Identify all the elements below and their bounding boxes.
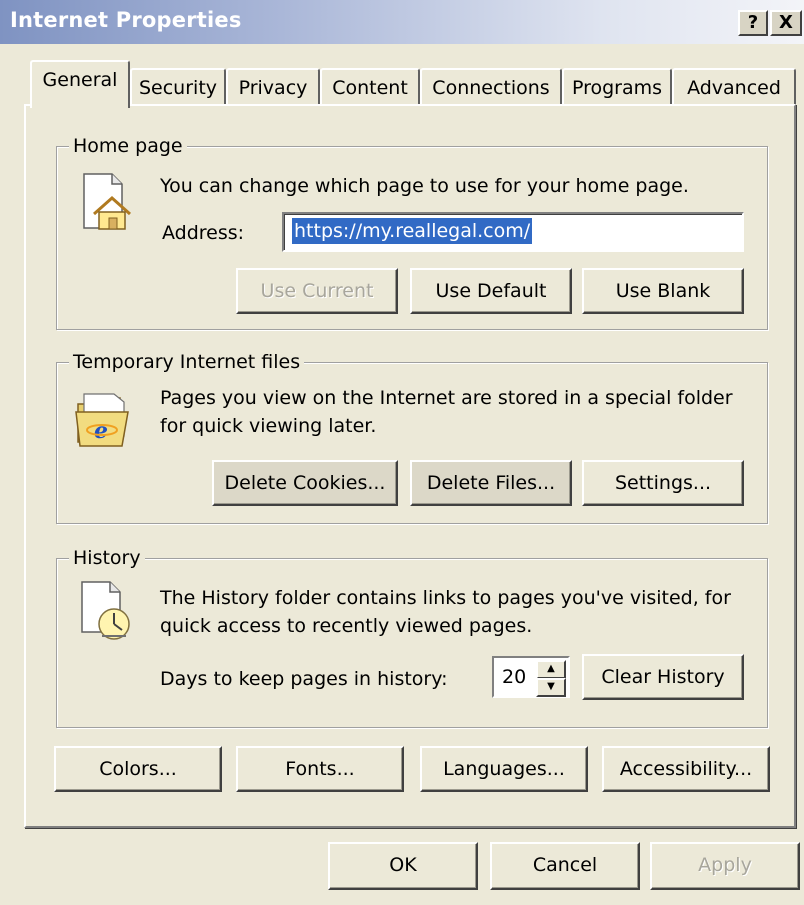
use-blank-button[interactable]: Use Blank [582,268,744,314]
tab-privacy[interactable]: Privacy [226,68,320,106]
address-value: https://my.reallegal.com/ [292,218,533,244]
window-title: Internet Properties [10,8,242,32]
languages-button[interactable]: Languages... [420,746,588,792]
address-input[interactable]: https://my.reallegal.com/ [282,212,744,252]
history-description-2: quick access to recently viewed pages. [160,615,533,637]
temp-files-description-2: for quick viewing later. [160,415,377,437]
internet-properties-dialog: Internet Properties ? X General Security… [0,0,804,905]
tab-programs[interactable]: Programs [562,68,672,106]
clear-history-button[interactable]: Clear History [582,654,744,700]
history-legend: History [69,546,145,570]
tab-advanced[interactable]: Advanced [672,68,796,106]
temp-files-description-1: Pages you view on the Internet are store… [160,387,733,409]
tab-connections[interactable]: Connections [420,68,562,106]
spin-down-button[interactable]: ▼ [536,678,566,697]
help-button[interactable]: ? [738,10,768,36]
fonts-button[interactable]: Fonts... [236,746,404,792]
colors-button[interactable]: Colors... [54,746,222,792]
days-to-keep-value: 20 [502,666,527,688]
home-page-description: You can change which page to use for you… [160,175,689,197]
cancel-button[interactable]: Cancel [490,842,640,890]
address-label: Address: [162,222,245,244]
tab-general[interactable]: General [30,60,130,108]
history-description-1: The History folder contains links to pag… [160,587,731,609]
spin-up-button[interactable]: ▲ [536,660,566,679]
delete-cookies-button[interactable]: Delete Cookies... [212,460,398,506]
home-page-legend: Home page [69,134,187,158]
use-current-button[interactable]: Use Current [236,268,398,314]
days-to-keep-label: Days to keep pages in history: [160,668,448,690]
tab-security[interactable]: Security [130,68,226,106]
folder-ie-icon: e [74,390,136,455]
use-default-button[interactable]: Use Default [410,268,572,314]
history-icon [76,580,136,647]
accessibility-button[interactable]: Accessibility... [602,746,770,792]
close-button[interactable]: X [770,10,802,36]
svg-text:e: e [94,418,108,444]
apply-button[interactable]: Apply [650,842,800,890]
home-page-icon [78,172,134,237]
settings-button[interactable]: Settings... [582,460,744,506]
temp-files-legend: Temporary Internet files [69,350,305,374]
delete-files-button[interactable]: Delete Files... [410,460,572,506]
title-bar[interactable]: Internet Properties ? X [0,0,804,44]
tab-content[interactable]: Content [320,68,420,106]
ok-button[interactable]: OK [328,842,478,890]
